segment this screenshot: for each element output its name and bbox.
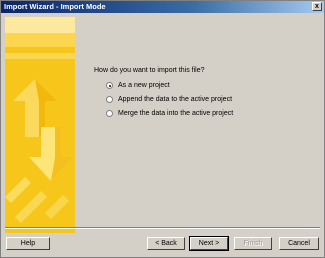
help-button[interactable]: Help <box>6 237 50 250</box>
next-button[interactable]: Next > <box>189 236 229 251</box>
import-wizard-window: Import Wizard - Import Mode x How do you… <box>0 0 325 258</box>
finish-button[interactable]: Finish <box>234 237 272 250</box>
title-bar: Import Wizard - Import Mode x <box>1 1 324 13</box>
radio-append[interactable] <box>106 96 113 103</box>
option-merge[interactable]: Merge the data into the active project <box>106 110 233 117</box>
back-button[interactable]: < Back <box>147 237 185 250</box>
option-merge-label: Merge the data into the active project <box>118 110 234 117</box>
option-append[interactable]: Append the data to the active project <box>106 96 232 103</box>
wizard-content: How do you want to import this file? As … <box>77 17 320 233</box>
import-question: How do you want to import this file? <box>94 67 205 74</box>
wizard-banner-image <box>5 17 75 233</box>
option-new-project-label: As a new project <box>118 82 170 89</box>
divider <box>5 227 320 229</box>
radio-new-project[interactable] <box>106 82 113 89</box>
window-title: Import Wizard - Import Mode <box>4 2 106 11</box>
option-append-label: Append the data to the active project <box>118 96 233 103</box>
close-button[interactable]: x <box>312 2 322 11</box>
banner-graphic <box>5 17 75 233</box>
radio-merge[interactable] <box>106 110 113 117</box>
cancel-button[interactable]: Cancel <box>279 237 319 250</box>
option-new-project[interactable]: As a new project <box>106 82 170 89</box>
